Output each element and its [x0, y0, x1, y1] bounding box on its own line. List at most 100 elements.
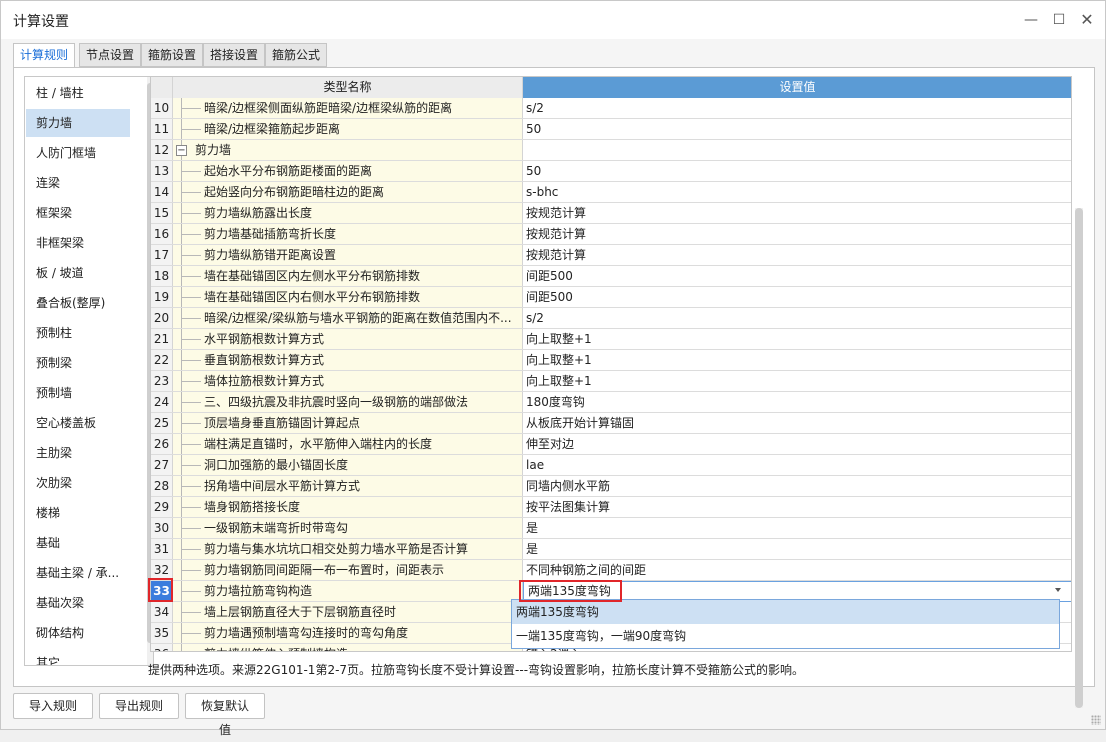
type-name-text: 端柱满足直锚时，水平筋伸入端柱内的长度: [204, 437, 433, 451]
setting-value-cell[interactable]: 同墙内侧水平筋: [523, 476, 1071, 496]
tab-stirrup-formula[interactable]: 箍筋公式: [265, 43, 328, 67]
type-name-text: 墙在基础锚固区内左侧水平分布钢筋排数: [204, 269, 421, 283]
dropdown-option[interactable]: 一端135度弯钩，一端90度弯钩: [512, 624, 1059, 648]
highlight-row-number: [148, 578, 173, 602]
setting-value-cell[interactable]: 从板底开始计算锚固: [523, 413, 1071, 433]
setting-value-cell[interactable]: 180度弯钩: [523, 392, 1071, 412]
sidebar-item[interactable]: 预制墙: [26, 379, 130, 407]
tab-stirrup-settings[interactable]: 箍筋设置: [141, 43, 204, 67]
table-row[interactable]: 28 拐角墙中间层水平筋计算方式 同墙内侧水平筋: [151, 476, 1071, 497]
dropdown-option[interactable]: 两端135度弯钩: [512, 600, 1059, 624]
sidebar-item[interactable]: 框架梁: [26, 199, 130, 227]
sidebar-item[interactable]: 基础次梁: [26, 589, 130, 617]
table-row[interactable]: 22 垂直钢筋根数计算方式 向上取整+1: [151, 350, 1071, 371]
setting-value-cell[interactable]: 是: [523, 539, 1071, 559]
sidebar-item[interactable]: 预制柱: [26, 319, 130, 347]
sidebar-item[interactable]: 基础: [26, 529, 130, 557]
chevron-down-icon[interactable]: [1055, 588, 1061, 592]
table-row[interactable]: 23 墙体拉筋根数计算方式 向上取整+1: [151, 371, 1071, 392]
setting-value-cell[interactable]: 是: [523, 518, 1071, 538]
sidebar-item[interactable]: 预制梁: [26, 349, 130, 377]
table-row[interactable]: 30 一级钢筋末端弯折时带弯勾 是: [151, 518, 1071, 539]
sidebar-item[interactable]: 基础主梁 / 承...: [26, 559, 130, 587]
sidebar-item[interactable]: 空心楼盖板: [26, 409, 130, 437]
table-row[interactable]: 13 起始水平分布钢筋距楼面的距离 50: [151, 161, 1071, 182]
table-row[interactable]: 19 墙在基础锚固区内右侧水平分布钢筋排数 间距500: [151, 287, 1071, 308]
table-row[interactable]: 11 暗梁/边框梁箍筋起步距离 50: [151, 119, 1071, 140]
table-row[interactable]: 32 剪力墙钢筋同间距隔一布一布置时，间距表示 不同种钢筋之间的间距: [151, 560, 1071, 581]
setting-value-cell[interactable]: [523, 140, 1071, 160]
setting-value-cell[interactable]: lae: [523, 455, 1071, 475]
value-dropdown-list: 两端135度弯钩 一端135度弯钩，一端90度弯钩: [511, 599, 1060, 649]
restore-defaults-button[interactable]: 恢复默认值: [185, 693, 265, 737]
tab-node-settings[interactable]: 节点设置: [79, 43, 142, 67]
tab-calc-rules[interactable]: 计算规则: [13, 43, 76, 68]
table-row[interactable]: 14 起始竖向分布钢筋距暗柱边的距离 s-bhc: [151, 182, 1071, 203]
setting-value-cell[interactable]: 50: [523, 161, 1071, 181]
table-row[interactable]: 29 墙身钢筋搭接长度 按平法图集计算: [151, 497, 1071, 518]
grid-scrollbar[interactable]: [1075, 208, 1083, 708]
maximize-icon[interactable]: ☐: [1048, 9, 1070, 31]
setting-value-cell[interactable]: s/2: [523, 308, 1071, 328]
type-name-text: 拐角墙中间层水平筋计算方式: [204, 479, 361, 493]
sidebar-item[interactable]: 非框架梁: [26, 229, 130, 257]
setting-value-cell[interactable]: 按规范计算: [523, 224, 1071, 244]
setting-value-cell[interactable]: 向上取整+1: [523, 371, 1071, 391]
table-row[interactable]: 10 暗梁/边框梁侧面纵筋距暗梁/边框梁纵筋的距离 s/2: [151, 98, 1071, 119]
sidebar-item[interactable]: 砌体结构: [26, 619, 130, 647]
type-name-cell: 墙在基础锚固区内左侧水平分布钢筋排数: [173, 266, 523, 286]
setting-value-cell[interactable]: 间距500: [523, 287, 1071, 307]
resize-grip[interactable]: [1091, 715, 1101, 725]
table-row[interactable]: 31 剪力墙与集水坑坑口相交处剪力墙水平筋是否计算 是: [151, 539, 1071, 560]
grid-scroll-thumb[interactable]: [1075, 208, 1083, 708]
table-row[interactable]: 18 墙在基础锚固区内左侧水平分布钢筋排数 间距500: [151, 266, 1071, 287]
type-name-cell: 暗梁/边框梁箍筋起步距离: [173, 119, 523, 139]
type-name-cell: 顶层墙身垂直筋锚固计算起点: [173, 413, 523, 433]
sidebar-item[interactable]: 板 / 坡道: [26, 259, 130, 287]
type-name-cell: 暗梁/边框梁/梁纵筋与墙水平钢筋的距离在数值范围内不...: [173, 308, 523, 328]
setting-value-cell[interactable]: 向上取整+1: [523, 350, 1071, 370]
setting-value-cell[interactable]: 间距500: [523, 266, 1071, 286]
type-name-text: 墙体拉筋根数计算方式: [204, 374, 325, 388]
sidebar-item[interactable]: 叠合板(整厚): [26, 289, 130, 317]
sidebar-item[interactable]: 剪力墙: [26, 109, 130, 137]
row-number: 24: [151, 392, 173, 412]
import-rules-button[interactable]: 导入规则: [13, 693, 93, 719]
type-name-cell: 剪力墙纵筋错开距离设置: [173, 245, 523, 265]
sidebar-item[interactable]: 柱 / 墙柱: [26, 79, 130, 107]
sidebar-item[interactable]: 主肋梁: [26, 439, 130, 467]
sidebar-item[interactable]: 次肋梁: [26, 469, 130, 497]
setting-value-cell[interactable]: 伸至对边: [523, 434, 1071, 454]
sidebar-item[interactable]: 连梁: [26, 169, 130, 197]
setting-value-cell[interactable]: 50: [523, 119, 1071, 139]
table-row[interactable]: 27 洞口加强筋的最小锚固长度 lae: [151, 455, 1071, 476]
setting-value-cell[interactable]: 按平法图集计算: [523, 497, 1071, 517]
setting-value-cell[interactable]: 按规范计算: [523, 245, 1071, 265]
setting-value-cell[interactable]: 向上取整+1: [523, 329, 1071, 349]
tab-lap-settings[interactable]: 搭接设置: [203, 43, 266, 67]
table-row[interactable]: 17 剪力墙纵筋错开距离设置 按规范计算: [151, 245, 1071, 266]
table-row[interactable]: 25 顶层墙身垂直筋锚固计算起点 从板底开始计算锚固: [151, 413, 1071, 434]
table-row[interactable]: 24 三、四级抗震及非抗震时竖向一级钢筋的端部做法 180度弯钩: [151, 392, 1071, 413]
minimize-icon[interactable]: —: [1020, 9, 1042, 31]
close-icon[interactable]: ✕: [1076, 9, 1098, 31]
setting-value-cell[interactable]: 不同种钢筋之间的间距: [523, 560, 1071, 580]
table-row[interactable]: 20 暗梁/边框梁/梁纵筋与墙水平钢筋的距离在数值范围内不... s/2: [151, 308, 1071, 329]
type-name-text: 顶层墙身垂直筋锚固计算起点: [204, 416, 361, 430]
sidebar-item[interactable]: 楼梯: [26, 499, 130, 527]
table-row[interactable]: 26 端柱满足直锚时，水平筋伸入端柱内的长度 伸至对边: [151, 434, 1071, 455]
collapse-icon[interactable]: −: [176, 145, 187, 156]
setting-value-cell[interactable]: s-bhc: [523, 182, 1071, 202]
setting-value-cell[interactable]: s/2: [523, 98, 1071, 118]
sidebar-item[interactable]: 其它: [26, 649, 130, 665]
table-row[interactable]: 12− 剪力墙: [151, 140, 1071, 161]
table-row[interactable]: 15 剪力墙纵筋露出长度 按规范计算: [151, 203, 1071, 224]
table-row[interactable]: 16 剪力墙基础插筋弯折长度 按规范计算: [151, 224, 1071, 245]
header-type-name: 类型名称: [173, 77, 523, 98]
type-name-text: 垂直钢筋根数计算方式: [204, 353, 325, 367]
table-row[interactable]: 21 水平钢筋根数计算方式 向上取整+1: [151, 329, 1071, 350]
export-rules-button[interactable]: 导出规则: [99, 693, 179, 719]
sidebar-item[interactable]: 人防门框墙: [26, 139, 130, 167]
setting-value-cell[interactable]: 按规范计算: [523, 203, 1071, 223]
row-number: 31: [151, 539, 173, 559]
